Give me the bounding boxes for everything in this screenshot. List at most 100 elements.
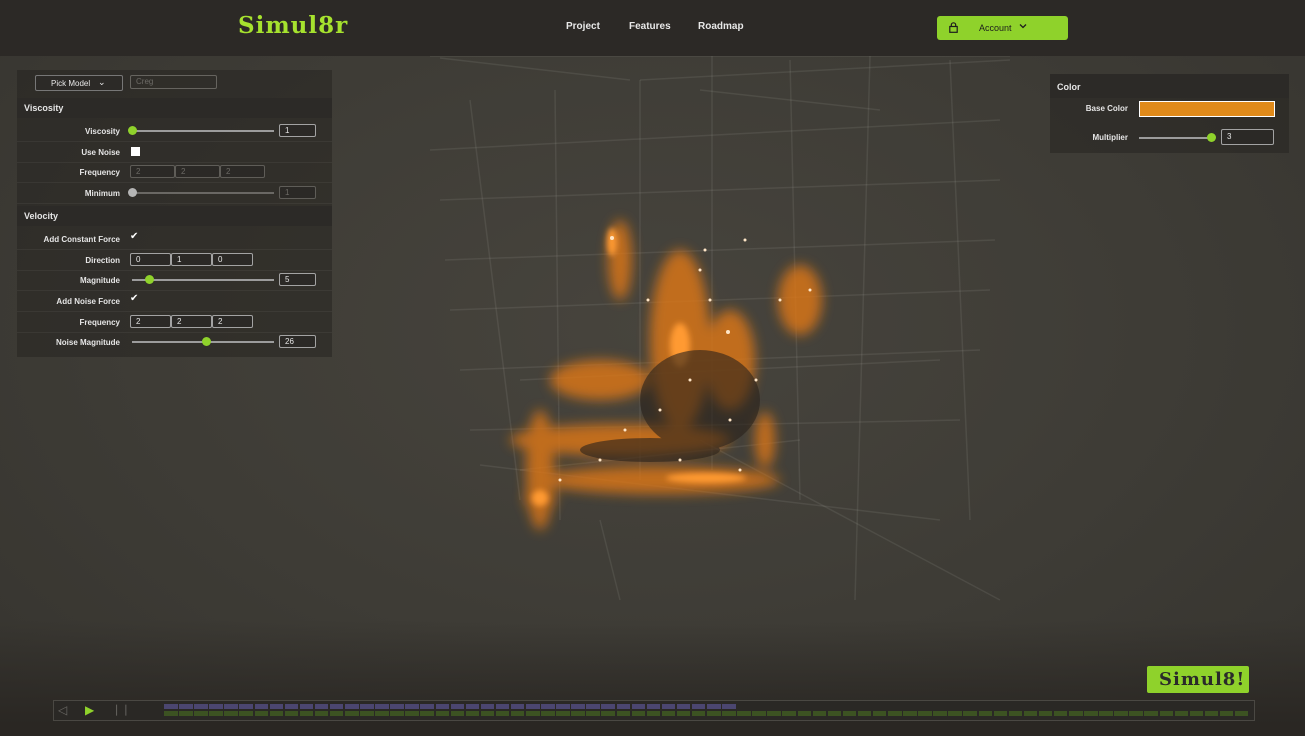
slider-knob[interactable] bbox=[145, 275, 155, 284]
timeline-frame[interactable] bbox=[707, 711, 721, 716]
timeline-frame-buffered[interactable] bbox=[601, 704, 615, 709]
timeline-frame[interactable] bbox=[586, 711, 600, 716]
timeline-frame[interactable] bbox=[510, 711, 525, 716]
timeline-frame-buffered[interactable] bbox=[737, 704, 751, 709]
timeline-frame[interactable] bbox=[571, 711, 585, 716]
timeline-frame-buffered[interactable] bbox=[299, 704, 314, 709]
timeline-frame-buffered[interactable] bbox=[1160, 704, 1174, 709]
timeline-frame-buffered[interactable] bbox=[450, 704, 465, 709]
timeline-frame[interactable] bbox=[1053, 711, 1068, 716]
pick-model-dropdown[interactable]: Pick Model ⌄ bbox=[35, 75, 123, 91]
minimum-slider[interactable] bbox=[128, 188, 274, 197]
timeline-frame-buffered[interactable] bbox=[314, 704, 329, 709]
noise-magnitude-slider[interactable] bbox=[132, 337, 274, 346]
base-color-swatch[interactable] bbox=[1139, 101, 1275, 117]
timeline-frame-buffered[interactable] bbox=[722, 704, 736, 709]
timeline-frame[interactable] bbox=[179, 711, 193, 716]
color-section-header[interactable]: Color bbox=[1050, 74, 1289, 98]
frequency-y-input[interactable]: 2 bbox=[175, 165, 220, 178]
frequency-y-input[interactable]: 2 bbox=[171, 315, 212, 328]
timeline-frame[interactable] bbox=[872, 711, 887, 716]
noise-magnitude-value-input[interactable]: 26 bbox=[279, 335, 316, 348]
constant-force-checkbox[interactable]: ✔ bbox=[130, 231, 138, 242]
timeline-frame[interactable] bbox=[239, 711, 253, 716]
timeline-frame[interactable] bbox=[556, 711, 570, 716]
timeline-frame-buffered[interactable] bbox=[1190, 704, 1204, 709]
timeline-frame-buffered[interactable] bbox=[903, 704, 917, 709]
timeline-frame-buffered[interactable] bbox=[631, 704, 646, 709]
timeline-frame[interactable] bbox=[299, 711, 314, 716]
timeline-frame[interactable] bbox=[857, 711, 872, 716]
slider-knob[interactable] bbox=[128, 188, 137, 197]
viscosity-slider[interactable] bbox=[128, 126, 274, 135]
timeline-frame-buffered[interactable] bbox=[1114, 704, 1128, 709]
timeline-frame-buffered[interactable] bbox=[345, 704, 359, 709]
timeline-frame-buffered[interactable] bbox=[420, 704, 434, 709]
timeline-frame[interactable] bbox=[526, 711, 540, 716]
timeline-frame[interactable] bbox=[1159, 711, 1174, 716]
timeline-frame[interactable] bbox=[209, 711, 223, 716]
frequency-x-input[interactable]: 2 bbox=[130, 315, 171, 328]
timeline-frame-buffered[interactable] bbox=[1024, 704, 1038, 709]
timeline-frame[interactable] bbox=[752, 711, 766, 716]
timeline-frame[interactable] bbox=[194, 711, 208, 716]
app-logo[interactable]: Simul8r bbox=[238, 12, 348, 39]
use-noise-checkbox[interactable] bbox=[131, 147, 140, 156]
viscosity-section-header[interactable]: Viscosity bbox=[17, 98, 332, 118]
timeline-frame-buffered[interactable] bbox=[1144, 704, 1158, 709]
timeline-frame[interactable] bbox=[375, 711, 389, 716]
model-name-input[interactable]: Creg bbox=[130, 75, 217, 89]
timeline-frame-buffered[interactable] bbox=[963, 704, 977, 709]
timeline-frame-buffered[interactable] bbox=[390, 704, 404, 709]
timeline-frame[interactable] bbox=[722, 711, 736, 716]
timeline-frame-buffered[interactable] bbox=[239, 704, 253, 709]
nav-item-features[interactable]: Features bbox=[629, 21, 671, 32]
timeline-frame-buffered[interactable] bbox=[405, 704, 419, 709]
multiplier-value-input[interactable]: 3 bbox=[1221, 129, 1274, 145]
timeline-frame[interactable] bbox=[812, 711, 827, 716]
timeline-frame[interactable] bbox=[269, 711, 284, 716]
timeline-frame[interactable] bbox=[918, 711, 932, 716]
timeline-frame[interactable] bbox=[495, 711, 510, 716]
timeline-frame-buffered[interactable] bbox=[495, 704, 510, 709]
timeline-frame-buffered[interactable] bbox=[752, 704, 766, 709]
timeline-frame[interactable] bbox=[1099, 711, 1113, 716]
timeline-frame-buffered[interactable] bbox=[375, 704, 389, 709]
timeline-frame-buffered[interactable] bbox=[1099, 704, 1113, 709]
timeline-frame[interactable] bbox=[601, 711, 615, 716]
multiplier-slider[interactable] bbox=[1139, 133, 1217, 142]
timeline-frame[interactable] bbox=[360, 711, 374, 716]
timeline-frame[interactable] bbox=[1144, 711, 1158, 716]
timeline-frame[interactable] bbox=[1084, 711, 1098, 716]
timeline-frame-buffered[interactable] bbox=[224, 704, 238, 709]
timeline-frame[interactable] bbox=[616, 711, 631, 716]
timeline-frame[interactable] bbox=[1234, 711, 1249, 716]
timeline-frame[interactable] bbox=[827, 711, 842, 716]
timeline-frame[interactable] bbox=[314, 711, 329, 716]
timeline-frame[interactable] bbox=[948, 711, 962, 716]
timeline-frame[interactable] bbox=[345, 711, 359, 716]
timeline-frame[interactable] bbox=[329, 711, 344, 716]
timeline-frame[interactable] bbox=[1204, 711, 1219, 716]
timeline-frame-buffered[interactable] bbox=[616, 704, 631, 709]
timeline-frame[interactable] bbox=[1008, 711, 1023, 716]
timeline-frame[interactable] bbox=[691, 711, 706, 716]
timeline-frame[interactable] bbox=[480, 711, 495, 716]
timeline-frame[interactable] bbox=[405, 711, 419, 716]
timeline-frame-buffered[interactable] bbox=[691, 704, 706, 709]
slider-knob[interactable] bbox=[128, 126, 137, 135]
timeline-frame-buffered[interactable] bbox=[1069, 704, 1083, 709]
simulate-button[interactable]: Simul8! bbox=[1147, 666, 1249, 693]
timeline-frame-buffered[interactable] bbox=[843, 704, 857, 709]
timeline-frame[interactable] bbox=[450, 711, 465, 716]
timeline-frame-buffered[interactable] bbox=[828, 704, 842, 709]
timeline-frame[interactable] bbox=[631, 711, 646, 716]
timeline-frame[interactable] bbox=[782, 711, 796, 716]
timeline-frame[interactable] bbox=[1129, 711, 1143, 716]
timeline-frame-buffered[interactable] bbox=[465, 704, 480, 709]
timeline-frame-buffered[interactable] bbox=[979, 704, 993, 709]
timeline-frame-buffered[interactable] bbox=[571, 704, 585, 709]
timeline-frame[interactable] bbox=[963, 711, 977, 716]
timeline-frame[interactable] bbox=[1038, 711, 1053, 716]
timeline-frame[interactable] bbox=[737, 711, 751, 716]
